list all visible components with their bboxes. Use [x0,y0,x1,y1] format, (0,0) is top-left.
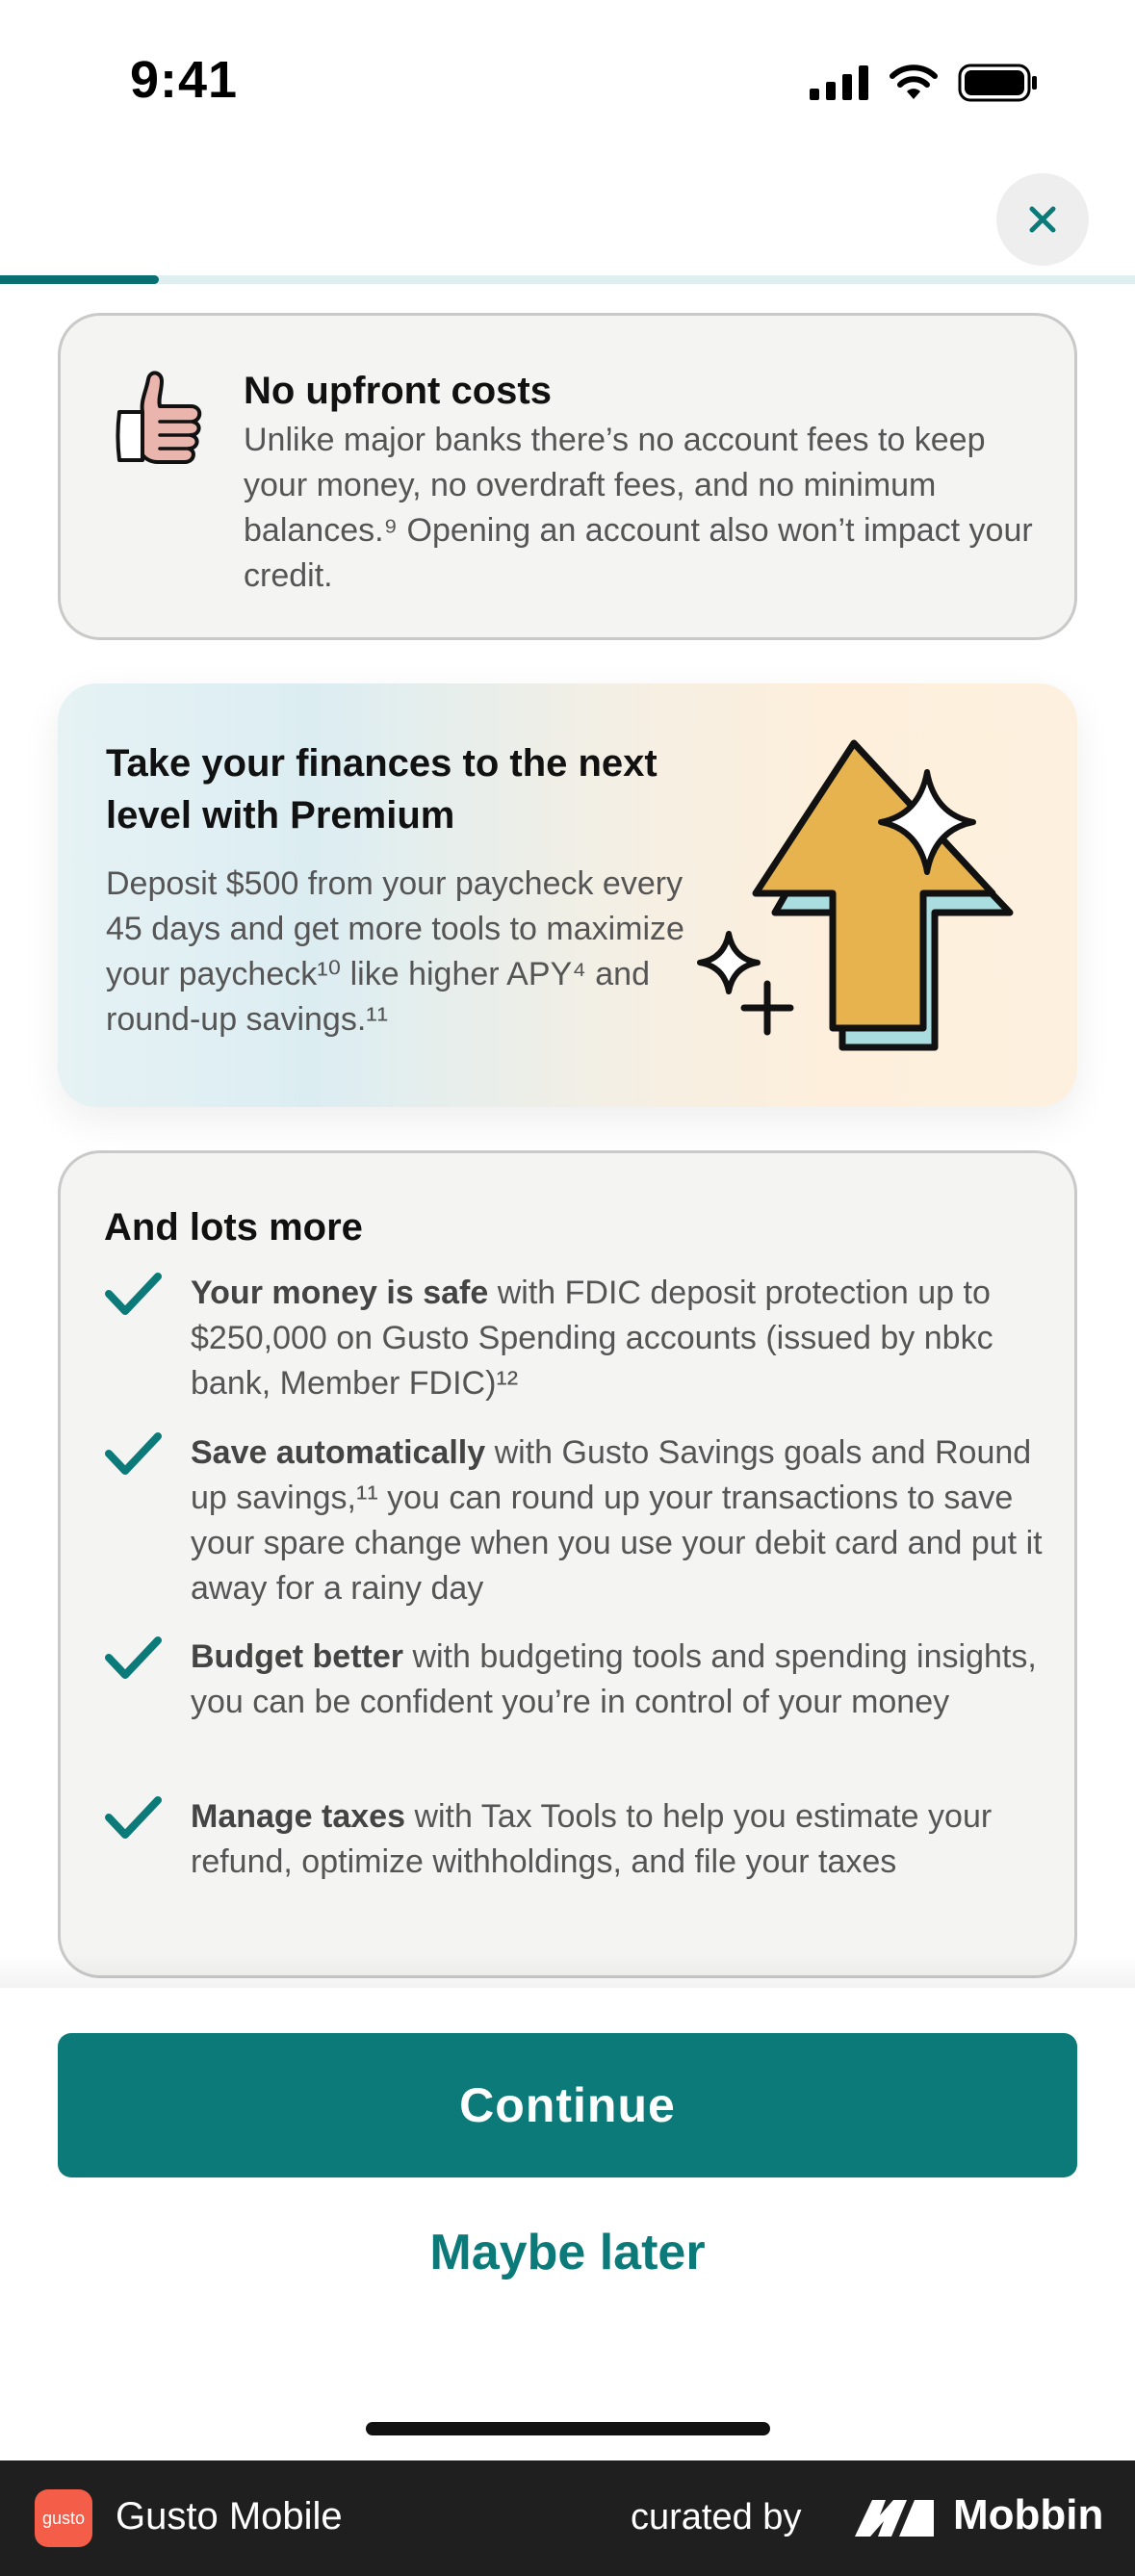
attribution-bar: gusto Gusto Mobile curated by Mobbin [0,2460,1135,2576]
feature-text: Manage taxes with Tax Tools to help you … [191,1798,993,1880]
costs-title: No upfront costs [244,370,552,412]
home-indicator [366,2422,770,2435]
progress-bar [0,275,1135,284]
app-logo: gusto [35,2489,92,2547]
costs-body: Unlike major banks there’s no account fe… [244,422,1033,594]
check-icon [105,1796,162,1839]
mobbin-brand: Mobbin [953,2491,1104,2538]
progress-fill [0,275,160,284]
status-bar: 9:41 [0,0,1135,164]
battery-icon [958,64,1037,102]
wifi-icon [890,64,938,99]
scroll-shadow [0,1954,1135,1989]
premium-body: Deposit $500 from your paycheck every 45… [106,865,684,1038]
and-lots-more-card: And lots more Your money is safe with FD… [58,1150,1077,1978]
feature-text: Your money is safe with FDIC deposit pro… [191,1275,993,1402]
premium-title: Take your finances to the next level wit… [106,742,658,837]
close-icon [1029,206,1056,233]
status-time: 9:41 [130,51,239,109]
thumbs-up-icon [116,371,202,464]
feature-text: Budget better with budgeting tools and s… [191,1638,1037,1720]
signal-icon [810,65,868,100]
feature-text: Save automatically with Gusto Savings go… [191,1434,1043,1607]
status-icons [810,64,1039,102]
check-icon [105,1636,162,1679]
maybe-later-button[interactable]: Maybe later [0,2224,1135,2281]
check-icon [105,1273,162,1315]
content-scroll-area[interactable]: No upfront costs Unlike major banks ther… [0,284,1135,1988]
more-title: And lots more [104,1206,363,1249]
check-icon [105,1432,162,1475]
app-name: Gusto Mobile [116,2495,343,2537]
no-upfront-costs-card: No upfront costs Unlike major banks ther… [58,313,1077,640]
premium-promo-card[interactable]: Take your finances to the next level wit… [58,683,1077,1107]
mobbin-logo-icon [855,2500,934,2537]
curated-by-label: curated by [631,2497,802,2537]
arrow-up-sparkle-icon [697,739,1014,1051]
continue-button[interactable]: Continue [58,2033,1077,2177]
close-button[interactable] [996,173,1089,266]
